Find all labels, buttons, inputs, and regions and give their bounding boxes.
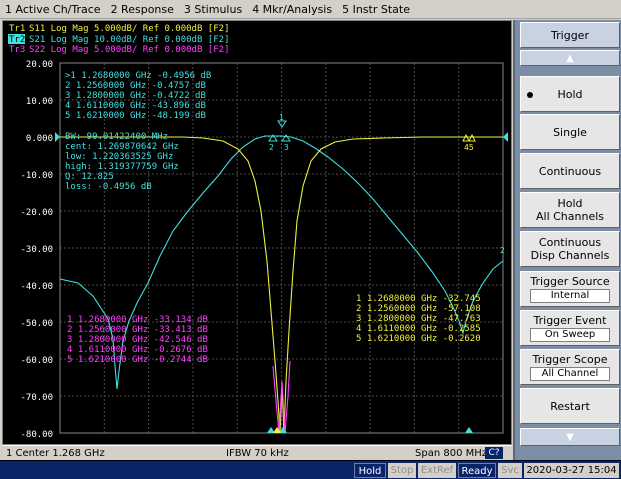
s22-marker-row: 3 1.2800000 GHz -42.546 dB <box>67 335 208 345</box>
menu-stimulus[interactable]: 3 Stimulus <box>179 3 247 16</box>
s22-marker-row: 4 1.6110000 GHz -0.2676 dB <box>67 345 208 355</box>
continuous-softkey[interactable]: Continuous <box>520 153 620 189</box>
bw-stat: high: 1.319377759 GHz <box>65 162 179 172</box>
selected-radio-icon <box>527 92 533 98</box>
y-tick: -50.00 <box>20 319 53 329</box>
trigger-scope-label: Trigger Scope <box>532 353 608 366</box>
ready-indicator: Ready <box>458 463 496 478</box>
s21-marker-row: 3 1.2800000 GHz -0.4722 dB <box>65 91 206 101</box>
bw-stat: Q: 12.825 <box>65 172 114 182</box>
y-tick: -80.00 <box>20 430 53 440</box>
trigger-source-value: Internal <box>530 289 610 303</box>
y-tick: 0.000 <box>26 134 53 144</box>
single-softkey[interactable]: Single <box>520 114 620 150</box>
single-softkey-label: Single <box>553 125 587 139</box>
bottom-marker[interactable] <box>465 427 473 433</box>
measurement-display[interactable]: Tr1 S11 Log Mag 5.000dB/ Ref 0.000dB [F2… <box>2 20 512 445</box>
svc-indicator: Svc <box>498 463 522 478</box>
trace-3-setting: S22 Log Mag 5.000dB/ Ref 0.000dB [F2] <box>29 45 229 55</box>
ref-level-marker-right[interactable] <box>503 132 508 142</box>
s11-marker-row: 5 1.6210000 GHz -0.2620 <box>356 334 481 344</box>
continuous-softkey-label: Continuous <box>538 164 602 178</box>
marker-2-trace-edge-label: 2 <box>500 246 505 255</box>
s11-marker-row: 3 1.2800000 GHz -47.763 <box>356 314 481 324</box>
bw-stat: loss: -0.4956 dB <box>65 182 152 192</box>
bw-stat: low: 1.220363525 GHz <box>65 152 173 162</box>
hold-all-label-1: Hold <box>557 197 583 210</box>
trigger-scope-value: All Channel <box>530 367 610 381</box>
trace-2-setting: S21 Log Mag 10.00dB/ Ref 0.000dB [F2] <box>29 35 229 45</box>
hold-all-channels-softkey[interactable]: Hold All Channels <box>520 192 620 228</box>
marker-45-s11-label: 45 <box>464 143 474 152</box>
extref-indicator: ExtRef <box>418 463 456 478</box>
menu-response[interactable]: 2 Response <box>106 3 179 16</box>
menu-bar: 1 Active Ch/Trace 2 Response 3 Stimulus … <box>0 0 621 19</box>
softkey-panel: Trigger ▲ Hold Single Continuous Hold Al… <box>513 20 621 460</box>
instrument-status-bar: Hold Stop ExtRef Ready Svc 2020-03-27 15… <box>0 460 621 479</box>
channel-status-line: 1 Center 1.268 GHz IFBW 70 kHz Span 800 … <box>2 445 512 460</box>
trigger-source-label: Trigger Source <box>530 275 610 288</box>
s21-marker-row: 2 1.2560000 GHz -0.4757 dB <box>65 81 206 91</box>
trigger-event-softkey[interactable]: Trigger Event On Sweep <box>520 310 620 346</box>
s21-marker-row: 5 1.6210000 GHz -48.199 dB <box>65 111 206 121</box>
trigger-source-softkey[interactable]: Trigger Source Internal <box>520 271 620 307</box>
hold-indicator: Hold <box>354 463 386 478</box>
softkey-menu-title: Trigger <box>520 22 620 48</box>
y-tick: -10.00 <box>20 171 53 181</box>
marker-5-s11[interactable] <box>468 133 476 142</box>
menu-mkr-analysis[interactable]: 4 Mkr/Analysis <box>247 3 337 16</box>
trace-1-label[interactable]: Tr1 <box>9 24 25 34</box>
trigger-scope-softkey[interactable]: Trigger Scope All Channel <box>520 349 620 385</box>
stop-indicator: Stop <box>388 463 416 478</box>
ref-level-marker-left[interactable] <box>55 132 60 142</box>
y-tick: -60.00 <box>20 356 53 366</box>
y-tick: -40.00 <box>20 282 53 292</box>
trace-3-label[interactable]: Tr3 <box>9 45 25 55</box>
restart-softkey[interactable]: Restart <box>520 388 620 424</box>
scroll-up-button[interactable]: ▲ <box>520 50 620 66</box>
cont-disp-label-1: Continuous <box>538 236 602 249</box>
y-tick: 20.00 <box>26 60 53 70</box>
bw-stat: cent: 1.269870642 GHz <box>65 142 179 152</box>
trace-1-setting: S11 Log Mag 5.000dB/ Ref 0.000dB [F2] <box>29 24 229 34</box>
cont-disp-label-2: Disp Channels <box>530 249 610 262</box>
y-tick: -70.00 <box>20 393 53 403</box>
y-tick: -20.00 <box>20 208 53 218</box>
scroll-down-button[interactable]: ▼ <box>520 428 620 446</box>
chevron-down-icon: ▼ <box>566 431 574 443</box>
s21-marker-row: >1 1.2680000 GHz -0.4956 dB <box>65 71 211 81</box>
marker-1-s21-label: 1 <box>279 113 284 122</box>
span-value: Span 800 MHz <box>415 447 488 459</box>
s22-marker-row: 2 1.2560000 GHz -33.413 dB <box>67 325 208 335</box>
center-frequency: 1 Center 1.268 GHz <box>6 447 105 459</box>
trigger-event-label: Trigger Event <box>533 314 607 327</box>
s22-marker-row: 5 1.6210000 GHz -0.2744 dB <box>67 355 208 365</box>
continuous-disp-channels-softkey[interactable]: Continuous Disp Channels <box>520 231 620 267</box>
calibration-indicator[interactable]: C? <box>485 447 503 459</box>
ifbw-value: IFBW 70 kHz <box>226 447 289 459</box>
y-tick: -30.00 <box>20 245 53 255</box>
marker-4-s11[interactable] <box>462 133 470 142</box>
trace-2-label[interactable]: Tr2 <box>9 35 25 45</box>
chevron-up-icon: ▲ <box>566 52 574 64</box>
s21-marker-row: 4 1.6110000 GHz -43.896 dB <box>65 101 206 111</box>
y-tick: 10.00 <box>26 97 53 107</box>
trigger-event-value: On Sweep <box>530 328 610 342</box>
marker-2-s21-label: 2 <box>269 143 274 152</box>
s11-marker-row: 1 1.2680000 GHz -32.745 <box>356 294 481 304</box>
hold-all-label-2: All Channels <box>535 210 605 223</box>
trace-plot: Tr1 S11 Log Mag 5.000dB/ Ref 0.000dB [F2… <box>8 24 508 440</box>
s22-marker-row: 1 1.2680000 GHz -33.134 dB <box>67 315 208 325</box>
hold-softkey[interactable]: Hold <box>520 76 620 112</box>
menu-instr-state[interactable]: 5 Instr State <box>337 3 415 16</box>
hold-softkey-label: Hold <box>557 87 583 101</box>
menu-active-ch-trace[interactable]: 1 Active Ch/Trace <box>0 3 106 16</box>
restart-softkey-label: Restart <box>550 399 590 413</box>
marker-3-s21-label: 3 <box>284 143 289 152</box>
bw-stat: BW: 99.01422400 MHz <box>65 132 168 142</box>
s11-marker-row: 4 1.6110000 GHz -0.2585 <box>356 324 481 334</box>
s11-marker-row: 2 1.2560000 GHz -57.108 <box>356 304 481 314</box>
date-time: 2020-03-27 15:04 <box>524 463 619 478</box>
